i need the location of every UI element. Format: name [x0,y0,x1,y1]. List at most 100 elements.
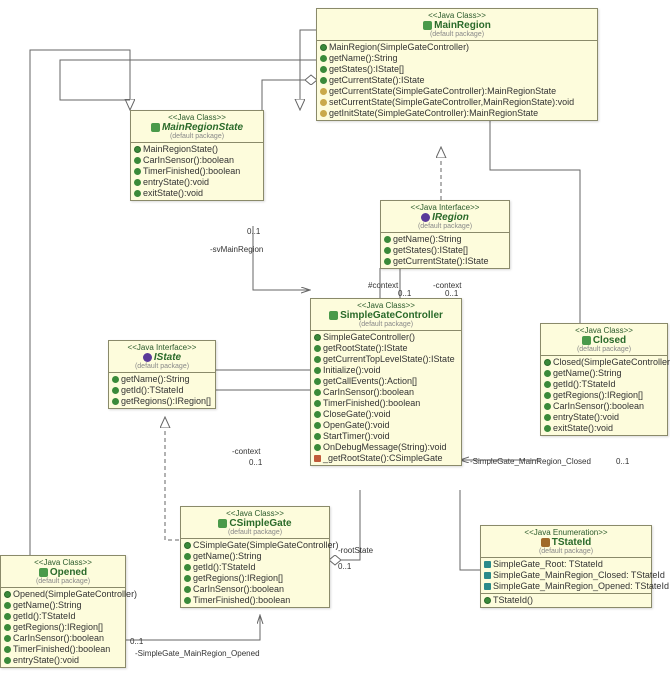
interface-istate: <<Java Interface>> IState (default packa… [108,340,216,409]
protected-icon [320,88,327,95]
member: TStateId() [484,595,648,606]
package-label: (default package) [385,223,505,230]
member: TimerFinished():boolean [184,595,326,606]
package-label: (default package) [545,346,663,353]
public-icon [184,553,191,560]
class-icon [582,336,591,345]
protected-icon [320,110,327,117]
edge-mult: 0..1 [616,457,629,466]
class-name: TStateId [485,537,647,548]
public-icon [112,376,119,383]
edge-mult: 0..1 [249,458,262,467]
package-label: (default package) [113,363,211,370]
edge-label-svmainregion: -svMainRegion [210,245,263,254]
member: CarInSensor():boolean [134,155,260,166]
public-icon [320,66,327,73]
class-header: <<Java Class>> CSimpleGate (default pack… [181,507,329,539]
members: MainRegionState()CarInSensor():booleanTi… [131,143,263,200]
class-header: <<Java Interface>> IRegion (default pack… [381,201,509,233]
member: getRootState():IState [314,343,458,354]
public-icon [320,77,327,84]
member: getName():String [384,234,506,245]
public-icon [184,597,191,604]
edge-label-opened: -SimpleGate_MainRegion_Opened [135,649,260,658]
public-icon [112,387,119,394]
literal-icon [484,572,491,579]
stereotype-label: <<Java Class>> [315,301,457,310]
class-header: <<Java Class>> SimpleGateController (def… [311,299,461,331]
public-icon [314,411,321,418]
interface-iregion: <<Java Interface>> IRegion (default pack… [380,200,510,269]
public-icon [544,425,551,432]
literals: SimpleGate_Root: TStateIdSimpleGate_Main… [481,558,651,594]
class-name: IRegion [385,212,505,223]
member: _getRootState():CSimpleGate [314,453,458,464]
member: CarInSensor():boolean [544,401,664,412]
public-icon [184,564,191,571]
edge-label-contexthash: #context [368,281,398,290]
member: StartTimer():void [314,431,458,442]
constructor-icon [134,146,141,153]
edge-label-context: -context [232,447,260,456]
member: getCurrentState():IState [384,256,506,267]
class-name: Opened [5,567,121,578]
member: entryState():void [4,655,122,666]
member: getStates():IState[] [384,245,506,256]
public-icon [4,624,11,631]
stereotype-label: <<Java Class>> [135,113,259,122]
edge-mult: 0..1 [398,289,411,298]
member: TimerFinished():boolean [314,398,458,409]
interface-icon [421,213,430,222]
public-icon [544,370,551,377]
public-icon [112,398,119,405]
protected-icon [320,99,327,106]
member: getId():TStateId [112,385,212,396]
member: getName():String [544,368,664,379]
public-icon [134,168,141,175]
members: getName():StringgetId():TStateIdgetRegio… [109,373,215,408]
class-icon [39,568,48,577]
members: SimpleGateController()getRootState():ISt… [311,331,461,465]
member: getRegions():IRegion[] [4,622,122,633]
members: Closed(SimpleGateController)getName():St… [541,356,667,435]
constructor-icon [320,44,327,51]
public-icon [134,190,141,197]
package-label: (default package) [485,548,647,555]
stereotype-label: <<Java Class>> [321,11,593,20]
class-header: <<Java Class>> MainRegionState (default … [131,111,263,143]
member: getRegions():IRegion[] [544,390,664,401]
public-icon [544,403,551,410]
package-label: (default package) [321,31,593,38]
class-name: CSimpleGate [185,518,325,529]
member: getCallEvents():Action[] [314,376,458,387]
stereotype-label: <<Java Interface>> [113,343,211,352]
public-icon [314,356,321,363]
member: exitState():void [544,423,664,434]
constructor-icon [184,542,191,549]
member: getCurrentState():IState [320,75,594,86]
member: CSimpleGate(SimpleGateController) [184,540,326,551]
member: TimerFinished():boolean [134,166,260,177]
constructor-icon [544,359,551,366]
class-header: <<Java Class>> MainRegion (default packa… [317,9,597,41]
enum-literal: SimpleGate_MainRegion_Closed: TStateId [484,570,648,581]
class-main-region: <<Java Class>> MainRegion (default packa… [316,8,598,121]
class-closed: <<Java Class>> Closed (default package) … [540,323,668,436]
public-icon [384,236,391,243]
class-icon [423,21,432,30]
enum-literal: SimpleGate_Root: TStateId [484,559,648,570]
member: CarInSensor():boolean [4,633,122,644]
enum-literal: SimpleGate_MainRegion_Opened: TStateId [484,581,648,592]
member: Opened(SimpleGateController) [4,589,122,600]
public-icon [314,378,321,385]
member: OpenGate():void [314,420,458,431]
public-icon [314,433,321,440]
class-name: SimpleGateController [315,310,457,321]
members: MainRegion(SimpleGateController)getName(… [317,41,597,120]
package-label: (default package) [135,133,259,140]
public-icon [4,646,11,653]
members: getName():StringgetStates():IState[]getC… [381,233,509,268]
public-icon [184,586,191,593]
constructor-icon [314,334,321,341]
edge-mult: 0..1 [247,227,260,236]
